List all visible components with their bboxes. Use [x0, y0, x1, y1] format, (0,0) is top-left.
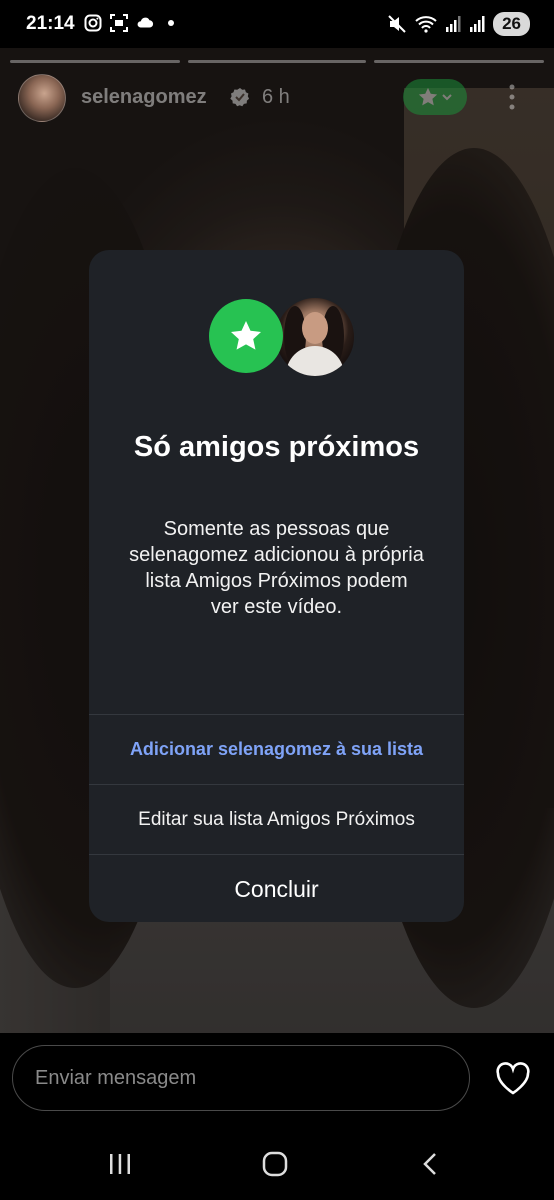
home-button[interactable]	[255, 1149, 295, 1179]
signal-icon	[446, 16, 461, 32]
dialog-title: Só amigos próximos	[133, 431, 420, 463]
edit-list-button[interactable]: Editar sua lista Amigos Próximos	[89, 785, 464, 854]
done-button[interactable]: Concluir	[89, 855, 464, 922]
signal-icon	[470, 16, 485, 32]
dialog-body: Somente as pessoas que selenagomez adici…	[129, 518, 424, 618]
recents-button[interactable]	[100, 1149, 140, 1179]
story-username[interactable]: selenagomez	[81, 86, 207, 109]
close-friends-dialog: Só amigos próximos Somente as pessoas qu…	[89, 250, 464, 922]
back-icon	[423, 1153, 436, 1175]
dot-icon	[168, 20, 174, 26]
back-button[interactable]	[410, 1149, 450, 1179]
instagram-icon	[84, 14, 102, 32]
star-icon	[418, 87, 438, 106]
message-input[interactable]	[12, 1045, 470, 1111]
chevron-down-icon	[442, 94, 452, 101]
battery-level: 26	[502, 14, 521, 33]
message-bar	[0, 1033, 554, 1200]
home-icon	[262, 1151, 288, 1177]
avatar[interactable]	[18, 74, 66, 122]
star-icon	[231, 321, 261, 350]
recents-icon	[110, 1154, 130, 1174]
status-bar: 21:14 26	[0, 0, 554, 48]
avatar	[274, 296, 356, 378]
wifi-icon	[415, 16, 437, 33]
story-time-ago: 6 h	[262, 86, 290, 108]
verified-badge-icon	[230, 88, 250, 107]
heart-icon[interactable]	[495, 1062, 531, 1096]
story-progress-segment	[10, 60, 180, 63]
mute-icon	[388, 15, 406, 33]
screenshot-icon	[110, 14, 128, 32]
story-header: selenagomez 6 h	[0, 72, 554, 124]
cloud-icon	[137, 17, 154, 28]
story-progress-segment	[188, 60, 366, 63]
story-progress-segment	[374, 60, 544, 63]
status-time: 21:14	[26, 13, 75, 34]
close-friends-star-badge	[209, 299, 283, 373]
battery-icon: 26	[493, 12, 530, 36]
status-left-icons	[84, 14, 180, 32]
close-friends-badge[interactable]	[403, 79, 467, 115]
add-to-list-button[interactable]: Adicionar selenagomez à sua lista	[89, 715, 464, 784]
more-options-icon[interactable]	[506, 82, 518, 112]
status-right-icons: 26	[387, 12, 530, 36]
